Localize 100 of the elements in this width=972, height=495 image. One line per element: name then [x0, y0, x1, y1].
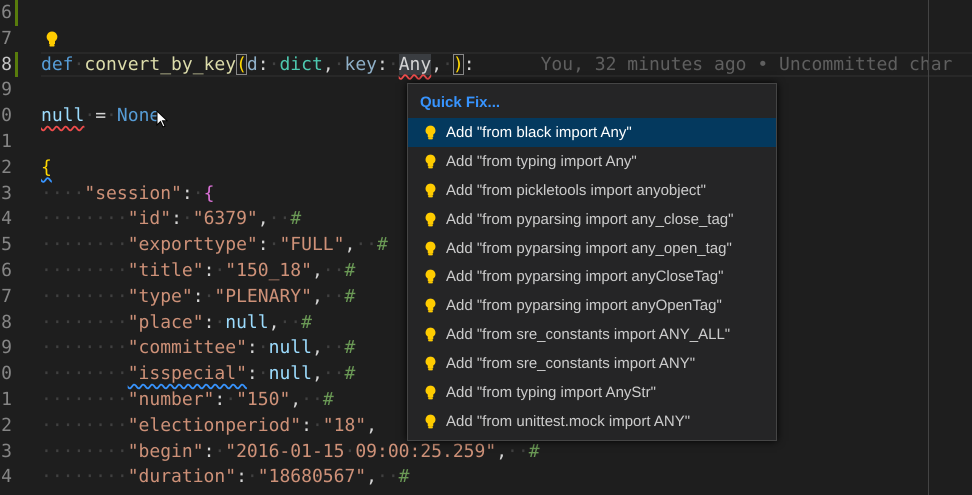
code-token: convert_by_key: [84, 54, 236, 76]
mouse-pointer-icon: [156, 110, 168, 128]
whitespace-marker: ·: [246, 465, 258, 490]
lightbulb-icon[interactable]: [46, 30, 58, 47]
menu-item[interactable]: Add "from pyparsing import anyCloseTag": [408, 262, 776, 292]
code-token: ,: [366, 465, 377, 490]
menu-item[interactable]: Add "from pickletools import anyobject": [408, 176, 776, 205]
code-comment: #: [377, 233, 388, 258]
whitespace-marker: ··: [322, 284, 344, 309]
line-number: 9: [1, 78, 12, 102]
code-token: "duration": [128, 465, 236, 490]
line-number: 7: [1, 284, 12, 309]
code-token: null: [268, 362, 312, 386]
code-token: ,: [366, 414, 377, 438]
line-number: 1: [1, 130, 12, 154]
line-number: 7: [1, 26, 12, 51]
code-token: :: [377, 54, 388, 76]
whitespace-marker: ········: [41, 284, 128, 309]
menu-item[interactable]: Add "from sre_constants import ANY_ALL": [408, 320, 776, 350]
line-number: 3: [1, 182, 12, 206]
whitespace-marker: ·: [74, 54, 84, 76]
code-token: "begin": [128, 440, 204, 464]
code-token: null: [41, 104, 84, 128]
code-token: ,: [290, 388, 302, 412]
whitespace-marker: ··: [322, 258, 344, 283]
whitespace-marker: ········: [41, 362, 128, 386]
whitespace-marker: ········: [41, 336, 128, 360]
whitespace-marker: ··: [355, 233, 377, 258]
whitespace-marker: ··: [301, 388, 323, 412]
code-token: :: [214, 388, 226, 412]
line-number: 5: [1, 233, 12, 258]
whitespace-marker: ········: [41, 310, 128, 335]
menu-item[interactable]: Add "from black import Any": [408, 118, 776, 147]
code-token: "committee": [128, 336, 247, 360]
code-token: :: [182, 182, 193, 206]
line-number: 8: [1, 52, 12, 77]
lightbulb-icon: [425, 327, 436, 342]
code-token: def: [41, 54, 74, 76]
whitespace-marker: ··: [279, 310, 302, 335]
menu-item[interactable]: Add "from typing import Any": [408, 146, 776, 176]
code-token: ,: [312, 284, 323, 309]
code-token: {: [41, 156, 52, 180]
code-token: ,: [496, 440, 508, 464]
menu-item-label: Add "from black import Any": [446, 124, 632, 141]
whitespace-marker: ·: [268, 233, 280, 258]
lightbulb-icon: [425, 240, 436, 256]
menu-item[interactable]: Add "from typing import AnyStr": [408, 378, 776, 407]
lightbulb-icon: [425, 356, 436, 372]
whitespace-marker: ········: [41, 388, 128, 412]
code-token: :: [204, 258, 214, 283]
whitespace-marker: ·: [192, 182, 204, 206]
whitespace-marker: ····: [41, 182, 84, 206]
menu-item[interactable]: Add "from pyparsing import anyOpenTag": [408, 291, 776, 320]
code-token: :: [258, 54, 269, 76]
menu-item[interactable]: Add "from pyparsing import any_close_tag": [408, 204, 776, 234]
code-token: :: [192, 284, 204, 309]
code-token: "isspecial": [128, 362, 247, 386]
whitespace-marker: ········: [41, 414, 128, 438]
code-token: d: [246, 54, 258, 76]
whitespace-marker: ·: [312, 414, 323, 438]
menu-item-label: Add "from pyparsing import any_close_tag": [446, 210, 734, 228]
lightbulb-icon: [425, 384, 436, 400]
whitespace-marker: ·: [258, 336, 269, 360]
code-token: "session": [84, 182, 182, 206]
code-token: :: [171, 207, 182, 232]
code-token: "FULL": [279, 233, 344, 258]
lightbulb-icon: [425, 414, 436, 429]
code-token: ,: [312, 362, 323, 386]
menu-item-label: Add "from sre_constants import ANY": [446, 355, 696, 372]
whitespace-marker: ········: [41, 258, 128, 283]
whitespace-marker: ··: [322, 362, 344, 386]
code-token: "18680567": [258, 465, 366, 490]
code-token: "type": [128, 284, 193, 309]
whitespace-marker: ··: [376, 465, 399, 490]
whitespace-marker: ·: [225, 388, 236, 412]
code-token: "number": [128, 388, 214, 412]
code-token: "electionperiod": [128, 414, 302, 438]
code-token: ,: [322, 54, 334, 76]
whitespace-marker: ·: [334, 54, 344, 76]
menu-item[interactable]: Add "from unittest.mock import ANY": [408, 406, 776, 436]
line-number: 2: [1, 156, 12, 180]
menu-item[interactable]: Add "from sre_constants import ANY": [408, 349, 776, 378]
code-token: {: [204, 182, 214, 206]
whitespace-marker: ·: [106, 104, 117, 128]
code-token: :: [246, 362, 258, 386]
whitespace-marker: ··: [268, 207, 290, 232]
lightbulb-icon: [425, 269, 436, 284]
whitespace-marker: ··: [507, 440, 529, 464]
code-token: ,: [431, 54, 442, 76]
menu-item[interactable]: Add "from pyparsing import any_open_tag": [408, 234, 776, 262]
menu-item-label: Add "from pyparsing import any_open_tag": [446, 240, 732, 256]
code-comment: #: [528, 440, 540, 464]
code-comment: #: [398, 465, 410, 490]
code-comment: #: [290, 207, 302, 232]
code-token: null: [268, 336, 312, 360]
code-token: "PLENARY": [214, 284, 312, 309]
whitespace-marker: ·: [214, 440, 226, 464]
code-token: :: [301, 414, 312, 438]
lightbulb-icon: [425, 212, 436, 227]
code-token: key: [344, 54, 378, 76]
